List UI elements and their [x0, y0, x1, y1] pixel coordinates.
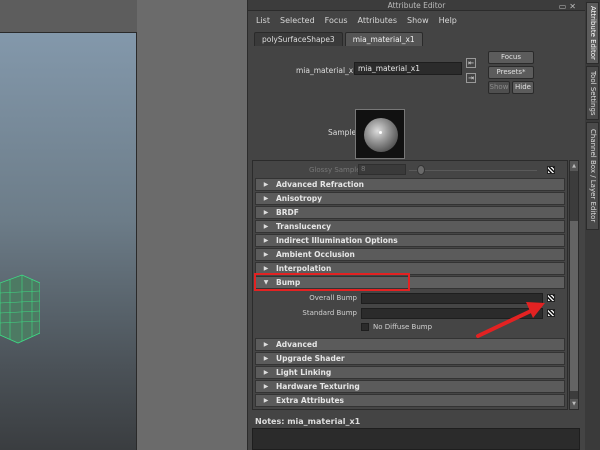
- notes-text-area[interactable]: [252, 428, 580, 450]
- panel-title: Attribute Editor: [387, 1, 446, 10]
- section-label: Advanced Refraction: [276, 180, 364, 189]
- viewport-canvas[interactable]: [0, 32, 137, 450]
- close-icon[interactable]: ✕: [569, 2, 579, 11]
- sample-label: Sample: [328, 128, 357, 137]
- bump-section-body: Overall Bump Standard Bump No Diffuse Bu…: [253, 290, 567, 338]
- scrollbar-thumb[interactable]: [570, 221, 578, 391]
- collapsed-triangle-icon: ▶: [263, 251, 269, 258]
- focus-button[interactable]: Focus: [488, 51, 534, 64]
- glossy-samples-slider[interactable]: [409, 170, 537, 171]
- material-sphere-preview: [364, 118, 398, 152]
- glossy-samples-field[interactable]: 8: [358, 164, 406, 175]
- menu-selected[interactable]: Selected: [280, 16, 315, 25]
- side-tab-attribute-editor[interactable]: Attribute Editor: [586, 2, 599, 64]
- standard-bump-field[interactable]: [361, 308, 543, 319]
- menu-help[interactable]: Help: [439, 16, 457, 25]
- section-upgrade-shader[interactable]: ▶ Upgrade Shader: [255, 352, 565, 365]
- menu-bar: List Selected Focus Attributes Show Help: [248, 11, 585, 29]
- section-label: Extra Attributes: [276, 396, 345, 405]
- glossy-samples-slider-handle[interactable]: [417, 165, 425, 175]
- side-tab-tool-settings[interactable]: Tool Settings: [586, 66, 599, 120]
- viewport-panel[interactable]: [0, 0, 137, 450]
- collapsed-triangle-icon: ▶: [263, 237, 269, 244]
- overall-bump-label: Overall Bump: [309, 294, 357, 302]
- section-advanced[interactable]: ▶ Advanced: [255, 338, 565, 351]
- section-label: Ambient Occlusion: [276, 250, 355, 259]
- scroll-down-arrow-icon[interactable]: ▼: [570, 399, 578, 409]
- section-label: Hardware Texturing: [276, 382, 360, 391]
- standard-bump-map-checker-icon[interactable]: [547, 309, 555, 317]
- node-name-field[interactable]: [354, 62, 462, 75]
- material-swatch[interactable]: [355, 109, 405, 159]
- section-extra-attributes[interactable]: ▶ Extra Attributes: [255, 394, 565, 407]
- specular-highlight: [379, 131, 382, 134]
- standard-bump-label: Standard Bump: [302, 309, 357, 317]
- collapsed-triangle-icon: ▶: [263, 265, 269, 272]
- collapsed-triangle-icon: ▶: [263, 369, 269, 376]
- show-button[interactable]: Show: [488, 81, 510, 94]
- panel-title-bar: Attribute Editor ▭✕: [248, 0, 585, 11]
- maya-screen: Attribute Editor ▭✕ List Selected Focus …: [0, 0, 600, 450]
- section-hardware-texturing[interactable]: ▶ Hardware Texturing: [255, 380, 565, 393]
- collapsed-triangle-icon: ▶: [263, 181, 269, 188]
- section-label: Anisotropy: [276, 194, 323, 203]
- section-ambient-occlusion[interactable]: ▶ Ambient Occlusion: [255, 248, 565, 261]
- scroll-up-arrow-icon[interactable]: ▲: [570, 161, 578, 171]
- collapsed-triangle-icon: ▶: [263, 341, 269, 348]
- panel-window-controls[interactable]: ▭✕: [559, 1, 579, 12]
- overall-bump-field[interactable]: [361, 293, 543, 304]
- section-anisotropy[interactable]: ▶ Anisotropy: [255, 192, 565, 205]
- output-connections-icon[interactable]: ⇥: [466, 73, 476, 83]
- collapsed-triangle-icon: ▶: [263, 355, 269, 362]
- section-label: Interpolation: [276, 264, 332, 273]
- section-brdf[interactable]: ▶ BRDF: [255, 206, 565, 219]
- node-tabs: polySurfaceShape3 mia_material_x1: [248, 30, 585, 46]
- section-indirect-illumination-options[interactable]: ▶ Indirect Illumination Options: [255, 234, 565, 247]
- collapsed-triangle-icon: ▶: [263, 195, 269, 202]
- float-icon[interactable]: ▭: [559, 2, 570, 11]
- panel-divider: [137, 0, 247, 450]
- viewport-toolbar-area: [0, 0, 137, 32]
- collapsed-triangle-icon: ▶: [263, 383, 269, 390]
- input-connections-icon[interactable]: ⇤: [466, 58, 476, 68]
- menu-focus[interactable]: Focus: [325, 16, 348, 25]
- glossy-samples-label: Glossy Samples: [309, 166, 365, 174]
- section-label: Light Linking: [276, 368, 332, 377]
- menu-show[interactable]: Show: [407, 16, 429, 25]
- glossy-map-checker-icon[interactable]: [547, 166, 555, 174]
- glossy-samples-row: Glossy Samples 8: [253, 161, 567, 178]
- tab-mia-material-x1[interactable]: mia_material_x1: [344, 32, 423, 46]
- material-sample-area: Sample: [248, 106, 585, 159]
- section-translucency[interactable]: ▶ Translucency: [255, 220, 565, 233]
- bump-highlight-box: [254, 273, 410, 291]
- collapsed-triangle-icon: ▶: [263, 223, 269, 230]
- presets-button[interactable]: Presets*: [488, 66, 534, 79]
- section-label: Upgrade Shader: [276, 354, 345, 363]
- side-tab-channel-box-layer-editor[interactable]: Channel Box / Layer Editor: [586, 122, 599, 230]
- section-label: Translucency: [276, 222, 331, 231]
- attribute-list-scrollbar[interactable]: ▲ ▼: [569, 160, 579, 410]
- menu-list[interactable]: List: [256, 16, 270, 25]
- mesh-object[interactable]: [0, 263, 40, 353]
- section-label: BRDF: [276, 208, 299, 217]
- menu-attributes[interactable]: Attributes: [358, 16, 398, 25]
- notes-label: Notes: mia_material_x1: [255, 417, 361, 426]
- collapsed-triangle-icon: ▶: [263, 397, 269, 404]
- overall-bump-map-checker-icon[interactable]: [547, 294, 555, 302]
- no-diffuse-bump-checkbox[interactable]: [361, 323, 369, 331]
- tab-polysurfaceshape3[interactable]: polySurfaceShape3: [254, 32, 343, 46]
- collapsed-triangle-icon: ▶: [263, 209, 269, 216]
- node-type-label: mia_material_x:: [296, 66, 356, 75]
- section-light-linking[interactable]: ▶ Light Linking: [255, 366, 565, 379]
- section-advanced-refraction[interactable]: ▶ Advanced Refraction: [255, 178, 565, 191]
- section-label: Indirect Illumination Options: [276, 236, 398, 245]
- side-tab-strip: Attribute Editor Tool Settings Channel B…: [585, 0, 600, 450]
- node-name-area: mia_material_x: ⇤ ⇥ Focus Presets* Show …: [248, 46, 585, 106]
- section-label: Advanced: [276, 340, 318, 349]
- hide-button[interactable]: Hide: [512, 81, 534, 94]
- no-diffuse-bump-label: No Diffuse Bump: [373, 323, 433, 331]
